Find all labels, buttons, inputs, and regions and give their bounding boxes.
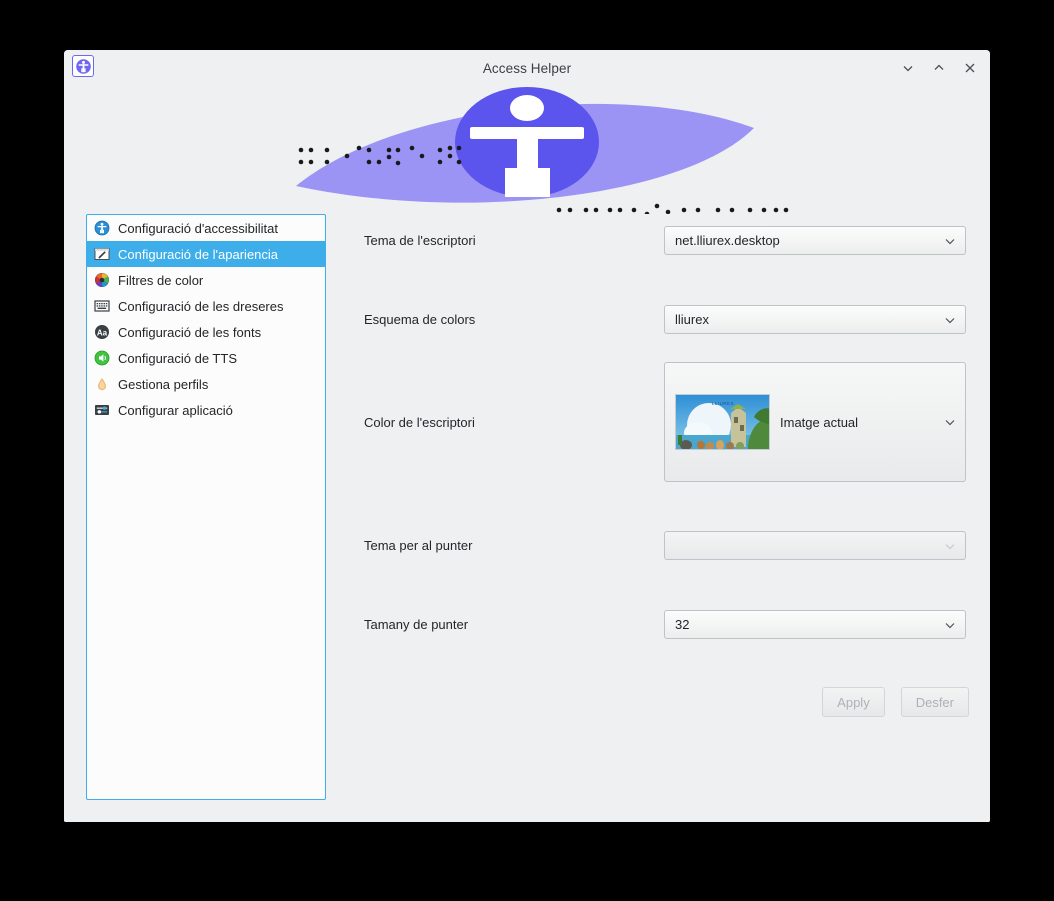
sidebar-item-tts[interactable]: Configuració de TTS <box>87 345 325 371</box>
chevron-down-icon <box>945 317 955 323</box>
window-controls <box>898 50 980 86</box>
appearance-pencil-icon <box>93 246 110 263</box>
settings-form: Tema de l'escriptori net.lliurex.desktop… <box>364 214 969 800</box>
field-row-cursor-size: Tamany de punter 32 <box>364 610 969 639</box>
wallpaper-thumbnail: LLIUREX <box>675 394 770 450</box>
chevron-down-icon <box>945 420 955 426</box>
close-icon <box>965 63 975 73</box>
action-buttons: Apply Desfer <box>822 687 969 717</box>
sidebar-item-label: Configuració de les dreseres <box>118 298 284 314</box>
font-aa-icon: Aa <box>93 324 110 341</box>
sidebar-item-label: Filtres de color <box>118 272 204 288</box>
color-scheme-combobox[interactable]: lliurex <box>664 305 966 334</box>
chevron-up-icon <box>934 64 944 70</box>
combobox-value: lliurex <box>675 312 709 327</box>
svg-text:LLIUREX: LLIUREX <box>712 401 734 406</box>
svg-text:Aa: Aa <box>96 328 107 337</box>
accessibility-icon <box>93 220 110 237</box>
undo-button[interactable]: Desfer <box>900 687 969 717</box>
sliders-icon <box>93 402 110 419</box>
combobox-value: 32 <box>675 617 690 632</box>
sidebar-item-shortcuts[interactable]: Configuració de les dreseres <box>87 293 325 319</box>
cursor-theme-combobox[interactable] <box>664 531 966 560</box>
combobox-value: net.lliurex.desktop <box>675 233 780 248</box>
color-wheel-icon <box>93 272 110 289</box>
field-row-cursor-theme: Tema per al punter <box>364 531 969 560</box>
braille-text-right <box>556 203 789 214</box>
field-label: Tema de l'escriptori <box>364 233 476 248</box>
droplet-icon <box>93 376 110 393</box>
sidebar-item-label: Configuració de TTS <box>118 350 237 366</box>
chevron-down-icon <box>945 543 955 549</box>
sidebar-item-label: Configuració de l'apariencia <box>118 246 279 262</box>
sidebar-item-label: Configurar aplicació <box>118 402 233 418</box>
desktop-theme-combobox[interactable]: net.lliurex.desktop <box>664 226 966 255</box>
tts-speaker-icon <box>93 350 110 367</box>
cursor-size-combobox[interactable]: 32 <box>664 610 966 639</box>
sidebar-item-configure-app[interactable]: Configurar aplicació <box>87 397 325 423</box>
sidebar-item-label: Configuració d'accessibilitat <box>118 220 279 236</box>
field-row-desktop-color: Color de l'escriptori LLIUREX Imatge act… <box>364 362 969 482</box>
window-body: Configuració d'accessibilitat Configurac… <box>64 214 990 822</box>
window-title: Access Helper <box>482 60 572 76</box>
title-bar: Access Helper <box>64 50 990 86</box>
minimize-button[interactable] <box>898 58 918 78</box>
desktop-wallpaper-combobox[interactable]: LLIUREX Imatge actual <box>664 362 966 482</box>
application-window: Access Helper Configuració d'accessibili… <box>64 50 990 822</box>
field-row-desktop-theme: Tema de l'escriptori net.lliurex.desktop <box>364 226 969 255</box>
sidebar-item-label: Configuració de les fonts <box>118 324 262 340</box>
sidebar-item-accessibility[interactable]: Configuració d'accessibilitat <box>87 215 325 241</box>
maximize-button[interactable] <box>929 58 949 78</box>
sidebar-item-fonts[interactable]: Aa Configuració de les fonts <box>87 319 325 345</box>
combobox-value: Imatge actual <box>780 414 859 430</box>
apply-button[interactable]: Apply <box>822 687 885 717</box>
close-button[interactable] <box>960 58 980 78</box>
field-row-color-scheme: Esquema de colors lliurex <box>364 305 969 334</box>
sidebar-item-color-filters[interactable]: Filtres de color <box>87 267 325 293</box>
field-label: Tamany de punter <box>364 617 469 632</box>
sidebar-item-profiles[interactable]: Gestiona perfils <box>87 371 325 397</box>
field-label: Tema per al punter <box>364 538 473 553</box>
chevron-down-icon <box>945 622 955 628</box>
chevron-down-icon <box>903 66 913 72</box>
chevron-down-icon <box>945 238 955 244</box>
keyboard-icon <box>93 298 110 315</box>
sidebar-item-appearance[interactable]: Configuració de l'apariencia <box>87 241 325 267</box>
sidebar-item-label: Gestiona perfils <box>118 376 209 392</box>
sidebar-list[interactable]: Configuració d'accessibilitat Configurac… <box>86 214 326 800</box>
field-label: Color de l'escriptori <box>364 414 475 430</box>
banner-graphic <box>296 87 789 214</box>
app-icon <box>72 55 94 77</box>
app-banner <box>64 86 990 214</box>
field-label: Esquema de colors <box>364 312 476 327</box>
